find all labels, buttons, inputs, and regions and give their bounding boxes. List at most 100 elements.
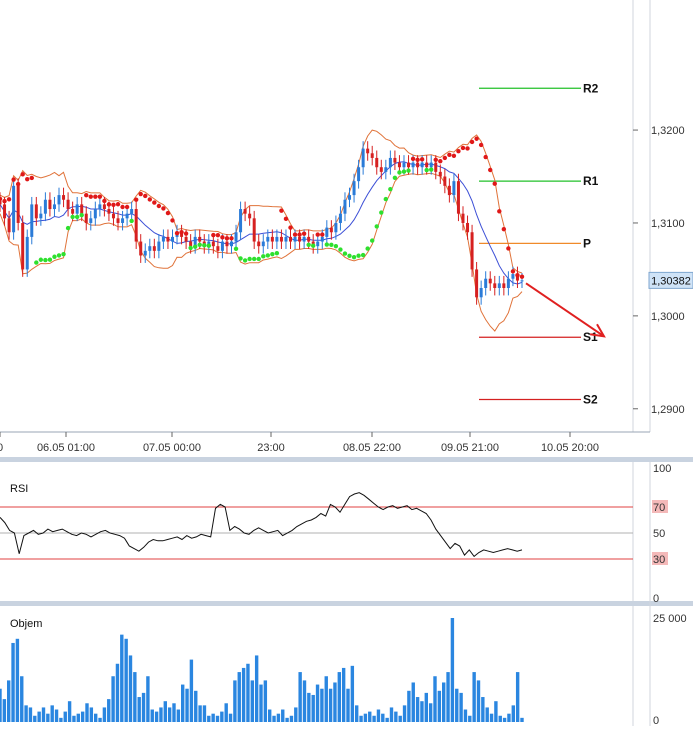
sar-dot xyxy=(229,236,234,241)
sar-dot xyxy=(410,156,416,162)
volume-bar xyxy=(450,618,455,722)
candle-body xyxy=(30,204,34,237)
sar-dot xyxy=(20,172,25,177)
candle-body xyxy=(139,241,143,256)
candle-body xyxy=(198,236,202,242)
candle-body xyxy=(216,246,220,251)
sar-dot xyxy=(93,194,98,199)
candle-body xyxy=(7,218,11,233)
candle-body xyxy=(225,241,229,247)
candle-body xyxy=(438,171,442,177)
sar-dot xyxy=(324,242,330,247)
candle-body xyxy=(66,199,70,210)
pivot-label-s2: S2 xyxy=(583,392,598,406)
volume-bar xyxy=(268,709,272,722)
volume-bar xyxy=(446,672,450,722)
sar-dot xyxy=(456,149,461,154)
volume-bar xyxy=(2,699,7,722)
candle-body xyxy=(89,218,93,223)
volume-bar xyxy=(359,715,363,722)
volume-bar xyxy=(46,713,50,722)
volume-bar xyxy=(115,663,120,722)
candle-body xyxy=(470,232,474,270)
sar-dot xyxy=(415,157,420,162)
volume-bar xyxy=(420,701,424,722)
x-tick-label: 08.05 22:00 xyxy=(343,442,401,454)
candle-body xyxy=(71,209,75,214)
x-tick-label: 0 xyxy=(0,442,3,454)
candle-body xyxy=(134,209,138,242)
volume-bar xyxy=(102,707,107,722)
sar-dot xyxy=(152,200,157,205)
candle-body xyxy=(84,213,88,223)
sar-dot xyxy=(329,242,334,247)
candle-body xyxy=(488,278,492,284)
volume-bar xyxy=(298,672,302,722)
volume-bar xyxy=(107,699,111,722)
rsi-tick-label: 100 xyxy=(653,463,671,475)
volume-bar xyxy=(215,715,220,722)
candle-body xyxy=(34,204,38,219)
pivot-label-s1: S1 xyxy=(583,330,598,344)
candle-body xyxy=(320,236,324,242)
sar-dot xyxy=(261,254,266,259)
candle-body xyxy=(461,213,465,223)
volume-bar xyxy=(315,684,320,722)
candle-body xyxy=(352,181,356,196)
candle-body xyxy=(93,209,97,219)
sar-dot xyxy=(370,238,375,243)
volume-bar xyxy=(172,703,176,722)
sar-dot xyxy=(374,224,379,229)
sar-dot xyxy=(342,251,348,256)
sar-dot xyxy=(501,226,507,232)
volume-bar xyxy=(41,707,46,722)
sar-dot xyxy=(315,232,320,237)
candle-body xyxy=(343,199,347,214)
candle-body xyxy=(220,241,224,251)
candle-body xyxy=(102,204,106,210)
candle-body xyxy=(434,162,438,172)
volume-bar xyxy=(476,680,481,722)
volume-bar xyxy=(337,672,341,722)
rsi-title: RSI xyxy=(10,483,28,495)
candle-body xyxy=(497,283,501,288)
sar-dot xyxy=(115,202,121,207)
volume-bar xyxy=(515,672,520,722)
volume-bar xyxy=(7,680,11,722)
sar-dot xyxy=(38,257,44,262)
pivot-label-p: P xyxy=(583,236,591,250)
volume-bar xyxy=(137,697,141,722)
candle-body xyxy=(502,283,506,288)
volume-bar xyxy=(0,688,2,722)
sar-dot xyxy=(133,197,139,202)
sar-dot xyxy=(519,274,525,279)
sar-dot xyxy=(465,146,470,151)
volume-bar xyxy=(459,692,463,722)
candle-body xyxy=(52,204,56,210)
sar-dot xyxy=(311,243,316,248)
volume-bar xyxy=(146,676,150,722)
sar-dot xyxy=(2,198,7,204)
candle-body xyxy=(170,236,174,242)
candle-body xyxy=(152,246,156,251)
sar-dot xyxy=(192,244,198,249)
volume-bar xyxy=(202,705,207,722)
candle-body xyxy=(479,288,483,298)
candle-body xyxy=(143,250,147,256)
chart-root: 1,3200 1,3100 1,3000 1,2900 0 06.05 01:00 07.0… xyxy=(0,0,693,727)
sar-dot xyxy=(338,247,343,252)
sar-dot xyxy=(84,193,89,198)
sar-dot xyxy=(29,175,34,181)
sar-dot xyxy=(34,260,39,265)
sar-dot xyxy=(483,154,488,160)
volume-bar xyxy=(281,709,285,722)
sar-dot xyxy=(279,208,284,213)
candle-body xyxy=(506,278,510,288)
volume-bar xyxy=(424,692,428,722)
volume-bar xyxy=(402,705,407,722)
volume-bar xyxy=(507,713,511,722)
sar-dot xyxy=(188,245,193,251)
sar-dot xyxy=(406,168,411,173)
volume-bar xyxy=(89,707,94,722)
candle-body xyxy=(357,167,361,182)
